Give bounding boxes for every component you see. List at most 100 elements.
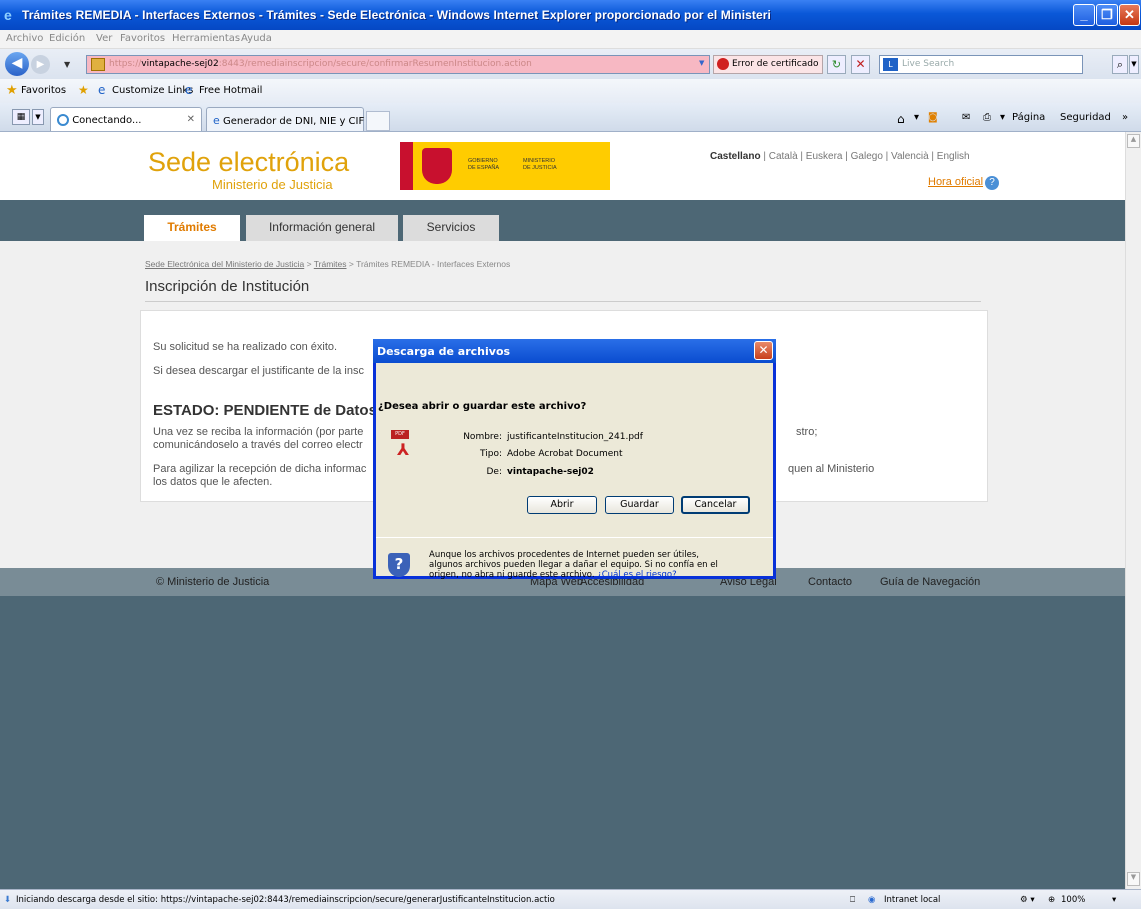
quick-tabs-icon[interactable]: ▦ xyxy=(12,109,30,125)
tab-loading[interactable]: Conectando... ✕ xyxy=(50,107,202,131)
ie-logo-icon: e xyxy=(4,7,12,23)
security-menu[interactable]: Seguridad xyxy=(1060,112,1111,123)
flag-stripe-icon xyxy=(400,142,413,190)
back-arrow-icon[interactable]: ◀ xyxy=(5,52,29,76)
live-search-icon: L xyxy=(883,58,898,71)
open-button[interactable]: Abrir xyxy=(527,496,597,514)
url-host: vintapache-sej02 xyxy=(141,59,219,69)
favorites-button[interactable]: Favoritos xyxy=(21,85,66,96)
search-options-icon[interactable]: ▼ xyxy=(1129,55,1139,74)
lang-others[interactable]: | Català | Euskera | Galego | Valencià |… xyxy=(761,151,969,162)
add-favorite-icon[interactable]: ★ xyxy=(78,83,89,97)
protected-mode-icon: ⎕ xyxy=(850,895,856,905)
security-shield-icon: ? xyxy=(388,553,410,577)
dialog-close-button[interactable]: ✕ xyxy=(754,341,773,360)
home-dropdown-icon[interactable]: ▾ xyxy=(914,112,919,123)
page-menu[interactable]: Página xyxy=(1012,112,1045,123)
success-message: Su solicitud se ha realizado con éxito. xyxy=(153,341,338,353)
gobierno-espana-logo: GOBIERNO DE ESPAÑA MINISTERIO DE JUSTICI… xyxy=(400,142,610,190)
ie-page-icon: e xyxy=(185,83,193,97)
hora-oficial-link[interactable]: Hora oficial? xyxy=(928,176,1000,190)
feeds-icon[interactable]: ◙ xyxy=(928,112,938,123)
pdf-file-icon: PDF ⅄ xyxy=(389,430,415,459)
scroll-up-icon[interactable]: ▲ xyxy=(1127,134,1140,148)
favorites-bar: ★ Favoritos ★ e Customize Links e Free H… xyxy=(0,79,1141,103)
search-icon[interactable]: ⌕ xyxy=(1112,55,1128,74)
read-mail-icon[interactable]: ✉ xyxy=(962,112,970,123)
site-header: Sede electrónica Ministerio de Justicia … xyxy=(0,132,1125,200)
info-line-4: los datos que le afecten. xyxy=(153,476,273,488)
breadcrumb: Sede Electrónica del Ministerio de Justi… xyxy=(145,259,511,269)
file-type-value: Adobe Acrobat Document xyxy=(507,449,623,459)
tab-generador[interactable]: e Generador de DNI, NIE y CIF xyxy=(206,107,364,131)
risk-link[interactable]: ¿Cuál es el riesgo? xyxy=(597,570,676,580)
menu-ver[interactable]: Ver xyxy=(96,33,112,44)
page-title: Inscripción de Institución xyxy=(145,278,310,295)
zone-label: Intranet local xyxy=(884,895,941,905)
home-icon[interactable]: ⌂ xyxy=(897,112,905,126)
title-divider xyxy=(145,301,981,302)
dialog-title: Descarga de archivos xyxy=(377,345,511,358)
tab-loading-label: Conectando... xyxy=(72,115,142,126)
menu-archivo[interactable]: Archivo xyxy=(6,33,43,44)
menu-herramientas[interactable]: Herramientas xyxy=(172,33,240,44)
cancel-button[interactable]: Cancelar xyxy=(681,496,750,514)
site-logo-title[interactable]: Sede electrónica xyxy=(148,147,349,178)
min-line2: DE JUSTICIA xyxy=(523,165,557,171)
stop-icon[interactable]: ✕ xyxy=(851,55,870,74)
breadcrumb-sede[interactable]: Sede Electrónica del Ministerio de Justi… xyxy=(145,259,304,269)
close-tab-icon[interactable]: ✕ xyxy=(187,114,195,125)
tab-list-dropdown-icon[interactable]: ▼ xyxy=(32,109,44,125)
new-tab-button[interactable] xyxy=(366,111,390,131)
nav-tramites[interactable]: Trámites xyxy=(144,215,240,241)
vertical-scrollbar[interactable]: ▲ ▼ xyxy=(1125,132,1141,889)
close-window-button[interactable]: ✕ xyxy=(1119,4,1140,26)
address-field[interactable]: https://vintapache-sej02:8443/remediains… xyxy=(86,55,710,74)
url-prefix: https:// xyxy=(109,59,142,69)
breadcrumb-current: Trámites REMEDIA - Interfaces Externos xyxy=(356,259,511,269)
menu-favoritos[interactable]: Favoritos xyxy=(120,33,165,44)
favorites-star-icon: ★ xyxy=(6,83,18,98)
gob-line2: DE ESPAÑA xyxy=(468,165,500,171)
status-text: Iniciando descarga desde el sitio: https… xyxy=(16,895,555,905)
main-nav: Trámites Información general Servicios xyxy=(0,200,1125,241)
maximize-button[interactable]: ❐ xyxy=(1096,4,1118,26)
minimize-button[interactable]: _ xyxy=(1073,4,1095,26)
breadcrumb-tramites[interactable]: Trámites xyxy=(314,259,347,269)
menu-ayuda[interactable]: Ayuda xyxy=(241,33,272,44)
nav-servicios[interactable]: Servicios xyxy=(403,215,499,241)
zoom-dropdown-icon[interactable]: ▾ xyxy=(1112,895,1116,905)
address-dropdown-icon[interactable]: ▼ xyxy=(699,59,709,69)
tools-menu-more-icon[interactable]: » xyxy=(1122,112,1128,123)
help-icon: ? xyxy=(985,176,1000,190)
print-dropdown-icon[interactable]: ▾ xyxy=(1000,112,1005,123)
zoom-level[interactable]: 100% xyxy=(1061,895,1085,905)
lang-active: Castellano xyxy=(710,151,761,162)
file-name-label: Nombre: xyxy=(463,432,502,442)
footer-guia-navegacion[interactable]: Guía de Navegación xyxy=(880,576,980,588)
hora-label: Hora oficial xyxy=(928,176,984,188)
certificate-error-button[interactable]: Error de certificado xyxy=(713,55,823,74)
recent-pages-dropdown-icon[interactable]: ▼ xyxy=(64,60,70,69)
dialog-title-bar: Descarga de archivos ✕ xyxy=(373,339,776,363)
save-button[interactable]: Guardar xyxy=(605,496,674,514)
zoom-icon[interactable]: ⊕ xyxy=(1048,895,1055,905)
customize-links-link[interactable]: Customize Links xyxy=(112,85,193,96)
menu-edicion[interactable]: Edición xyxy=(49,33,85,44)
search-input[interactable]: L Live Search xyxy=(879,55,1083,74)
ie-page-icon: e xyxy=(98,83,106,97)
nav-informacion-general[interactable]: Información general xyxy=(246,215,398,241)
free-hotmail-link[interactable]: Free Hotmail xyxy=(199,85,262,96)
print-icon[interactable]: ⎙ xyxy=(983,112,991,123)
dialog-question: ¿Desea abrir o guardar este archivo? xyxy=(378,401,587,412)
status-tools-icon[interactable]: ⚙ ▾ xyxy=(1020,895,1035,905)
language-selector[interactable]: Castellano | Català | Euskera | Galego |… xyxy=(710,151,970,162)
footer-contacto[interactable]: Contacto xyxy=(808,576,852,588)
intranet-globe-icon: ◉ xyxy=(868,895,876,905)
scroll-down-icon[interactable]: ▼ xyxy=(1127,872,1140,886)
info-line-3-end: quen al Ministerio xyxy=(788,463,875,475)
info-line-1-end: stro; xyxy=(796,426,818,438)
dialog-divider xyxy=(376,537,773,538)
refresh-icon[interactable]: ↻ xyxy=(827,55,846,74)
forward-arrow-icon[interactable]: ▶ xyxy=(31,55,50,74)
